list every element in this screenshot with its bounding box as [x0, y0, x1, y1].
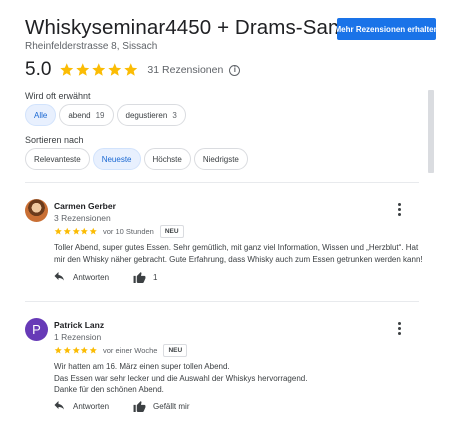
like-button[interactable]: Gefällt mir — [133, 400, 189, 412]
chip-alle[interactable]: Alle — [25, 104, 57, 126]
star-icon — [124, 63, 138, 76]
reviewer-meta: 1 Rezension — [54, 332, 102, 342]
reply-icon — [54, 272, 64, 281]
chip-abend[interactable]: abend 19 — [59, 104, 114, 126]
star-icon — [108, 63, 122, 76]
sort-neueste[interactable]: Neueste — [92, 148, 141, 170]
star-icon — [54, 346, 62, 354]
mentioned-chips: Alle abend 19 degustieren 3 — [25, 104, 189, 126]
more-options-icon[interactable] — [395, 201, 403, 217]
rating-stars — [59, 62, 139, 78]
divider — [25, 182, 419, 183]
business-title: Whiskyseminar4450 + Drams-Samples — [25, 16, 384, 39]
new-badge: NEU — [163, 344, 188, 357]
sort-chips: Relevanteste Neueste Höchste Niedrigste — [25, 148, 251, 170]
star-icon — [72, 346, 80, 354]
avatar[interactable] — [25, 199, 48, 222]
mentioned-label: Wird oft erwähnt — [25, 91, 91, 101]
business-address: Rheinfelderstrasse 8, Sissach — [25, 41, 158, 52]
star-icon — [63, 346, 71, 354]
review-text: Toller Abend, super gutes Essen. Sehr ge… — [54, 243, 423, 264]
like-button[interactable]: 1 — [133, 271, 157, 283]
new-badge: NEU — [159, 225, 184, 238]
star-icon — [81, 346, 89, 354]
reviewer-name[interactable]: Carmen Gerber — [54, 201, 116, 211]
more-reviews-button[interactable]: Mehr Rezensionen erhalten — [334, 18, 439, 40]
review-time: vor 10 Stunden — [102, 227, 154, 236]
sort-hoechste[interactable]: Höchste — [143, 148, 191, 170]
star-icon — [63, 227, 71, 235]
review-time: vor einer Woche — [102, 346, 158, 355]
review-actions: Antworten 1 — [54, 271, 181, 283]
info-icon[interactable]: i — [229, 64, 241, 76]
reply-button[interactable]: Antworten — [54, 272, 109, 282]
sort-niedrigste[interactable]: Niedrigste — [193, 148, 248, 170]
reviewer-meta: 3 Rezensionen — [54, 213, 111, 223]
sort-relevanteste[interactable]: Relevanteste — [25, 148, 90, 170]
scrollbar[interactable] — [428, 90, 434, 173]
thumbs-up-icon — [133, 401, 146, 412]
star-icon — [60, 63, 74, 76]
star-icon — [81, 227, 89, 235]
review-count[interactable]: 31 Rezensionen — [147, 64, 223, 76]
star-icon — [76, 63, 90, 76]
star-icon — [92, 63, 106, 76]
reply-button[interactable]: Antworten — [54, 401, 109, 411]
review-rating-line: vor einer Woche NEU — [54, 344, 188, 357]
star-icon — [89, 346, 97, 354]
star-icon — [72, 227, 80, 235]
star-icon — [54, 227, 62, 235]
star-icon — [89, 227, 97, 235]
chip-degustieren[interactable]: degustieren 3 — [116, 104, 186, 126]
reply-icon — [54, 401, 64, 410]
reviewer-name[interactable]: Patrick Lanz — [54, 320, 104, 330]
review-rating-line: vor 10 Stunden NEU — [54, 225, 184, 238]
review-actions: Antworten Gefällt mir — [54, 400, 213, 412]
sort-label: Sortieren nach — [25, 135, 84, 145]
divider — [25, 301, 419, 302]
rating-value: 5.0 — [25, 59, 52, 80]
more-options-icon[interactable] — [395, 320, 403, 336]
rating-summary: 5.0 31 Rezensionen i — [25, 58, 241, 82]
review-text: Wir hatten am 16. März einen super tolle… — [54, 362, 308, 394]
avatar[interactable]: P — [25, 318, 48, 341]
review-stars — [54, 227, 98, 236]
review-stars — [54, 346, 98, 355]
thumbs-up-icon — [133, 272, 146, 283]
